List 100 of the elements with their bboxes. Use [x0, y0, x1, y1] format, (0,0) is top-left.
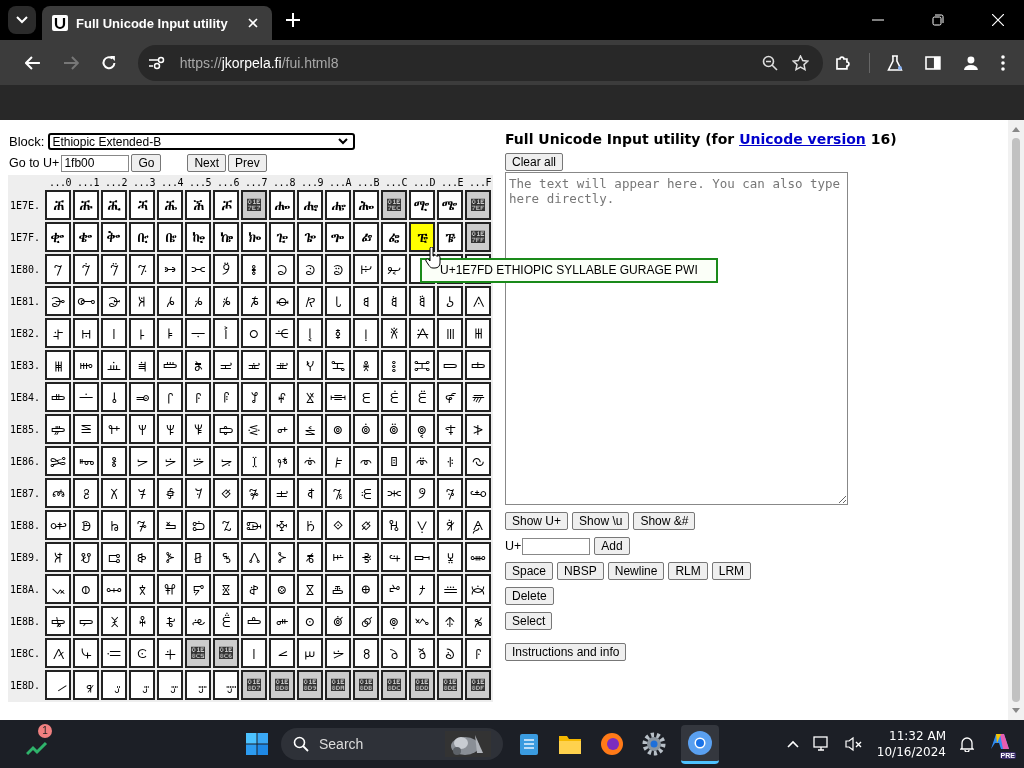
character-cell[interactable]: 𞣖 [213, 670, 240, 700]
character-cell[interactable]: 𞢮 [437, 574, 464, 604]
character-cell[interactable]: 𞟩 [297, 190, 324, 220]
character-cell[interactable]: 𞢬 [381, 574, 408, 604]
character-cell[interactable]: 𞣊 [325, 638, 352, 668]
character-cell[interactable]: 𞡍 [409, 382, 436, 412]
character-cell[interactable]: 𞢄 [157, 510, 184, 540]
character-cell[interactable]: 𞟺 [325, 222, 352, 252]
character-cell[interactable]: 𞠨 [269, 318, 296, 348]
character-cell[interactable]: 𞣃 [129, 638, 156, 668]
character-cell[interactable]: 𞠒 [101, 286, 128, 316]
character-cell[interactable]: 𞣙 [297, 670, 324, 700]
character-cell[interactable]: 𞠼 [381, 350, 408, 380]
character-cell[interactable]: 𞟲 [101, 222, 128, 252]
character-cell[interactable]: 𞡊 [325, 382, 352, 412]
character-cell[interactable]: 𞠹 [297, 350, 324, 380]
character-cell[interactable]: 𞢷 [241, 606, 268, 636]
character-cell[interactable]: 𞣘 [269, 670, 296, 700]
clear-all-button[interactable]: Clear all [505, 153, 563, 171]
character-cell[interactable]: 𞢲 [101, 606, 128, 636]
scroll-up-icon[interactable] [1012, 126, 1020, 132]
character-cell[interactable]: 𞡽 [409, 478, 436, 508]
character-cell[interactable]: 𞣂 [101, 638, 128, 668]
character-cell[interactable]: 𞢹 [297, 606, 324, 636]
character-cell[interactable]: 𞟼 [381, 222, 408, 252]
character-cell[interactable]: 𞢸 [269, 606, 296, 636]
character-cell[interactable]: 𞢞 [437, 542, 464, 572]
character-cell[interactable]: 𞢕 [185, 542, 212, 572]
character-cell[interactable]: 𞠛 [353, 286, 380, 316]
character-cell[interactable]: 𞟽 [409, 222, 436, 252]
character-cell[interactable]: 𞡭 [409, 446, 436, 476]
character-cell[interactable]: 𞡑 [73, 414, 100, 444]
character-cell[interactable]: 𞢒 [101, 542, 128, 572]
restore-icon[interactable] [932, 14, 944, 26]
character-cell[interactable]: 𞠸 [269, 350, 296, 380]
character-cell[interactable]: 𞢝 [409, 542, 436, 572]
character-cell[interactable]: 𞠡 [73, 318, 100, 348]
character-cell[interactable]: 𞟾 [437, 222, 464, 252]
character-cell[interactable]: 𞢻 [353, 606, 380, 636]
character-cell[interactable]: 𞡹 [297, 478, 324, 508]
character-cell[interactable]: 𞢍 [409, 510, 436, 540]
character-cell[interactable]: 𞟬 [381, 190, 408, 220]
character-cell[interactable]: 𞡟 [465, 414, 492, 444]
character-cell[interactable]: 𞢑 [73, 542, 100, 572]
bookmark-star-icon[interactable] [792, 54, 810, 71]
character-cell[interactable]: 𞠓 [129, 286, 156, 316]
character-cell[interactable]: 𞢃 [129, 510, 156, 540]
tab-list-button[interactable] [8, 6, 36, 34]
character-cell[interactable]: 𞠌 [381, 254, 408, 284]
character-cell[interactable]: 𞠺 [325, 350, 352, 380]
character-cell[interactable]: 𞡥 [185, 446, 212, 476]
character-cell[interactable]: 𞠿 [465, 350, 492, 380]
character-cell[interactable]: 𞟰 [45, 222, 72, 252]
character-cell[interactable]: 𞣚 [325, 670, 352, 700]
character-cell[interactable]: 𞢣 [129, 574, 156, 604]
character-cell[interactable]: 𞡓 [129, 414, 156, 444]
character-cell[interactable]: 𞣕 [185, 670, 212, 700]
character-cell[interactable]: 𞟪 [325, 190, 352, 220]
character-cell[interactable]: 𞣄 [157, 638, 184, 668]
character-cell[interactable]: 𞠰 [45, 350, 72, 380]
character-cell[interactable]: 𞣈 [269, 638, 296, 668]
character-cell[interactable]: 𞢀 [45, 510, 72, 540]
character-cell[interactable]: 𞢉 [297, 510, 324, 540]
character-cell[interactable]: 𞡨 [269, 446, 296, 476]
character-cell[interactable]: 𞢵 [185, 606, 212, 636]
character-cell[interactable]: 𞠲 [101, 350, 128, 380]
character-cell[interactable]: 𞟢 [101, 190, 128, 220]
character-cell[interactable]: 𞠋 [353, 254, 380, 284]
character-cell[interactable]: 𞣑 [73, 670, 100, 700]
character-cell[interactable]: 𞟵 [185, 222, 212, 252]
character-cell[interactable]: 𞟴 [157, 222, 184, 252]
character-cell[interactable]: 𞟦 [213, 190, 240, 220]
character-cell[interactable]: 𞠚 [325, 286, 352, 316]
side-panel-icon[interactable] [925, 54, 942, 71]
character-cell[interactable]: 𞡗 [241, 414, 268, 444]
character-cell[interactable]: 𞟻 [353, 222, 380, 252]
character-cell[interactable]: 𞡳 [129, 478, 156, 508]
add-codepoint-input[interactable] [522, 537, 591, 555]
character-cell[interactable]: 𞣇 [241, 638, 268, 668]
character-cell[interactable]: 𞠄 [157, 254, 184, 284]
character-cell[interactable]: 𞡡 [73, 446, 100, 476]
character-cell[interactable]: 𞢆 [213, 510, 240, 540]
character-cell[interactable]: 𞢈 [269, 510, 296, 540]
character-cell[interactable]: 𞡂 [101, 382, 128, 412]
character-cell[interactable]: 𞢢 [101, 574, 128, 604]
character-cell[interactable]: 𞢠 [45, 574, 72, 604]
character-cell[interactable]: 𞢁 [73, 510, 100, 540]
scrollbar[interactable] [1008, 120, 1024, 720]
settings-icon[interactable] [642, 732, 666, 756]
character-cell[interactable]: 𞠢 [101, 318, 128, 348]
character-cell[interactable]: 𞠩 [297, 318, 324, 348]
stock-chart-icon[interactable] [26, 740, 48, 756]
character-cell[interactable]: 𞢋 [353, 510, 380, 540]
new-tab-icon[interactable] [286, 13, 300, 27]
character-cell[interactable]: 𞟠 [45, 190, 72, 220]
character-cell[interactable]: 𞠽 [409, 350, 436, 380]
character-cell[interactable]: 𞟳 [129, 222, 156, 252]
character-cell[interactable]: 𞠪 [325, 318, 352, 348]
character-cell[interactable]: 𞠈 [269, 254, 296, 284]
character-cell[interactable]: 𞠐 [45, 286, 72, 316]
